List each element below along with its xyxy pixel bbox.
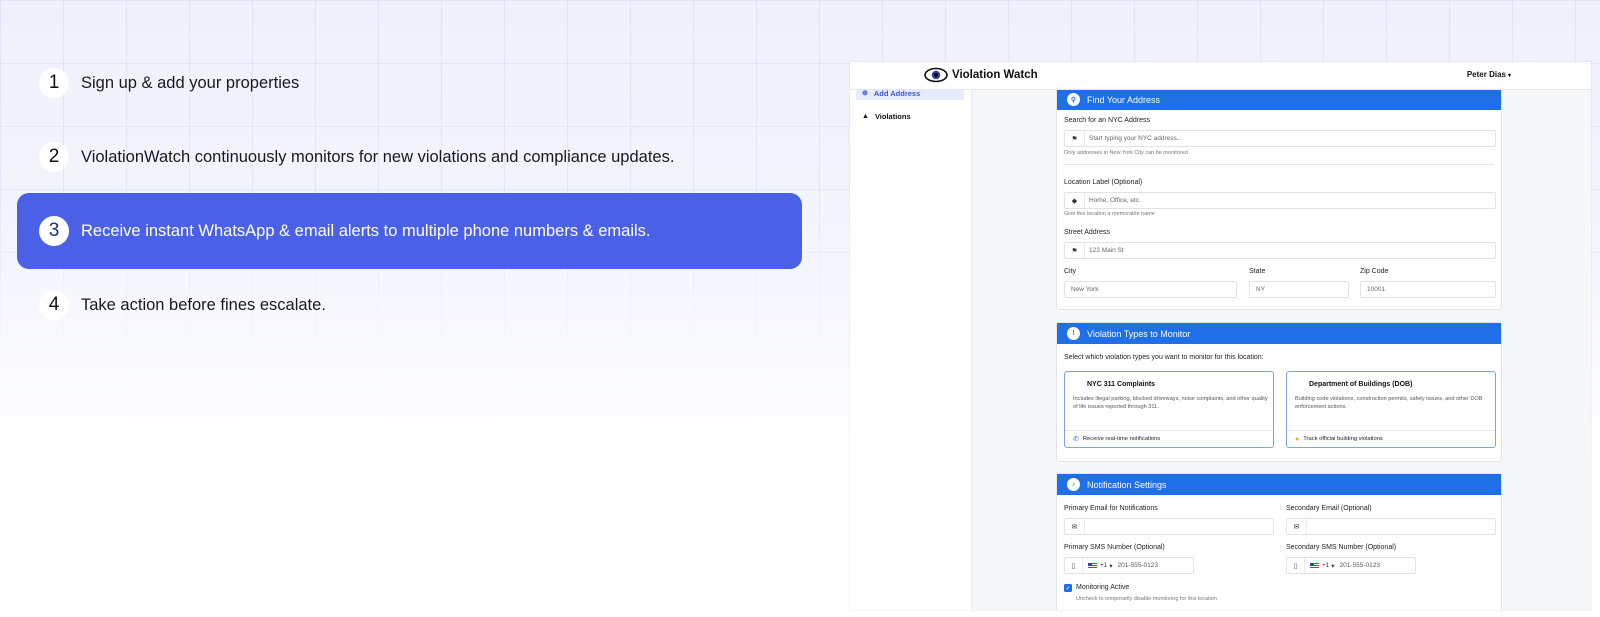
street-label: Street Address [1064, 229, 1110, 236]
chevron-down-icon: ▾ [1507, 73, 1511, 79]
location-label: Location Label (Optional) [1064, 179, 1143, 186]
zip-input[interactable]: 10001 [1360, 281, 1496, 298]
primary-sms-label: Primary SMS Number (Optional) [1064, 544, 1165, 551]
street-placeholder: 123 Main St [1089, 247, 1124, 254]
step-number: 3 [39, 216, 69, 246]
state-label: State [1249, 268, 1266, 275]
envelope-icon: ✉ [1287, 519, 1307, 534]
card-title: Find Your Address [1087, 94, 1161, 105]
step-4[interactable]: 4 Take action before fines escalate. [17, 267, 802, 343]
step-text: Receive instant WhatsApp & email alerts … [81, 221, 651, 240]
step-text: Sign up & add your properties [81, 73, 300, 92]
country-code-select[interactable]: +1 ▾ [1083, 562, 1118, 570]
map-pin-icon: ⚑ [1065, 243, 1085, 258]
mobile-icon: ▯ [1287, 558, 1305, 573]
tile-description: Includes illegal parking, blocked drivew… [1073, 396, 1268, 411]
search-icon: ⚲ [1067, 93, 1080, 106]
plus-circle-icon: ⊕ [862, 90, 868, 97]
primary-email-label: Primary Email for Notifications [1064, 505, 1158, 512]
search-label: Search for an NYC Address [1064, 117, 1150, 124]
search-input[interactable]: ⚑ Start typing your NYC address... [1064, 130, 1496, 147]
sms-placeholder: 201-555-0123 [1339, 562, 1380, 569]
user-menu[interactable]: Peter Dias ▾ [1467, 70, 1511, 79]
location-input[interactable]: ◆ Home, Office, etc. [1064, 192, 1496, 209]
search-placeholder: Start typing your NYC address... [1089, 135, 1183, 142]
card-title: Notification Settings [1087, 479, 1167, 490]
card-title: Violation Types to Monitor [1087, 328, 1191, 339]
us-flag-icon [1310, 562, 1319, 569]
tile-footer: ● Track official building violations [1287, 430, 1495, 447]
country-code-select[interactable]: +1 ▾ [1305, 562, 1340, 570]
card-header: ♪ Notification Settings [1057, 474, 1501, 495]
city-placeholder: New York [1071, 286, 1099, 293]
step-number: 4 [39, 290, 69, 320]
tile-title: Department of Buildings (DOB) [1309, 381, 1413, 388]
user-name: Peter Dias [1466, 70, 1506, 79]
violation-intro: Select which violation types you want to… [1064, 354, 1264, 361]
eye-icon [924, 67, 948, 83]
state-placeholder: NY [1256, 286, 1266, 293]
street-input[interactable]: ⚑ 123 Main St [1064, 242, 1496, 259]
step-number: 1 [39, 68, 69, 98]
step-text: Take action before fines escalate. [81, 295, 326, 314]
bell-icon: ♪ [1067, 478, 1080, 491]
step-text: ViolationWatch continuously monitors for… [81, 147, 675, 166]
secondary-email-label: Secondary Email (Optional) [1286, 505, 1372, 512]
sms-placeholder: 201-555-0123 [1117, 562, 1158, 569]
envelope-icon: ✉ [1065, 519, 1085, 534]
secondary-email-field[interactable]: ✉ [1286, 518, 1496, 535]
sidebar-item-label: Violations [874, 111, 911, 121]
tile-title: NYC 311 Complaints [1087, 381, 1156, 388]
tag-icon: ◆ [1065, 193, 1085, 208]
card-header: ! Violation Types to Monitor [1057, 323, 1501, 344]
brand-logo[interactable]: Violation Watch [924, 67, 1038, 83]
us-flag-icon [1088, 562, 1097, 569]
app-topbar: Violation Watch Peter Dias ▾ [850, 62, 1591, 90]
find-address-card: ⚲ Find Your Address Search for an NYC Ad… [1056, 88, 1502, 310]
app-window: Violation Watch Peter Dias ▾ ⊕ Add Addres… [850, 62, 1591, 610]
search-hint: Only addresses in New York City can be m… [1064, 150, 1188, 156]
secondary-sms-field[interactable]: ▯ +1 ▾ 201-555-0123 [1286, 557, 1416, 574]
violation-tile-dob[interactable]: Department of Buildings (DOB) Building c… [1286, 371, 1496, 448]
divider [1064, 164, 1494, 165]
main-content: ⚲ Find Your Address Search for an NYC Ad… [972, 88, 1591, 610]
zip-label: Zip Code [1360, 268, 1389, 275]
primary-email-field[interactable]: ✉ [1064, 518, 1274, 535]
notification-settings-card: ♪ Notification Settings Primary Email fo… [1056, 473, 1502, 610]
tile-footer-text: Receive real-time notifications [1082, 436, 1161, 442]
city-label: City [1064, 268, 1077, 275]
primary-sms-field[interactable]: ▯ +1 ▾ 201-555-0123 [1064, 557, 1194, 574]
monitoring-hint: Uncheck to temporarily disable monitorin… [1076, 596, 1217, 602]
hardhat-icon: ● [1295, 435, 1300, 443]
city-input[interactable]: New York [1064, 281, 1237, 298]
card-header: ⚲ Find Your Address [1057, 89, 1501, 110]
tile-description: Building code violations, construction p… [1295, 396, 1483, 411]
brand-name: Violation Watch [952, 69, 1038, 81]
step-3[interactable]: 3 Receive instant WhatsApp & email alert… [17, 193, 802, 269]
phone-icon: ✆ [1073, 436, 1079, 443]
violation-types-card: ! Violation Types to Monitor Select whic… [1056, 322, 1502, 462]
sidebar: ⊕ Add Address ▲ Violations [850, 86, 972, 610]
step-2[interactable]: 2 ViolationWatch continuously monitors f… [17, 119, 802, 195]
monitoring-checkbox[interactable]: ✓ [1064, 584, 1072, 592]
country-code: +1 [1100, 562, 1108, 569]
tile-footer: ✆ Receive real-time notifications [1065, 430, 1273, 447]
sidebar-item-violations[interactable]: ▲ Violations [856, 109, 964, 123]
tile-footer-text: Track official building violations [1303, 436, 1383, 442]
step-1[interactable]: 1 Sign up & add your properties [17, 45, 802, 121]
step-number: 2 [39, 142, 69, 172]
location-placeholder: Home, Office, etc. [1089, 197, 1141, 204]
warning-icon: ▲ [862, 112, 869, 120]
violation-tile-311[interactable]: NYC 311 Complaints Includes illegal park… [1064, 371, 1274, 448]
country-code: +1 [1322, 562, 1330, 569]
mobile-icon: ▯ [1065, 558, 1083, 573]
warning-icon: ! [1067, 327, 1080, 340]
secondary-sms-label: Secondary SMS Number (Optional) [1286, 544, 1397, 551]
map-pin-icon: ⚑ [1065, 131, 1085, 146]
monitoring-label: Monitoring Active [1076, 584, 1130, 591]
state-input[interactable]: NY [1249, 281, 1349, 298]
zip-placeholder: 10001 [1367, 286, 1386, 293]
location-hint: Give this location a memorable name [1064, 211, 1155, 217]
